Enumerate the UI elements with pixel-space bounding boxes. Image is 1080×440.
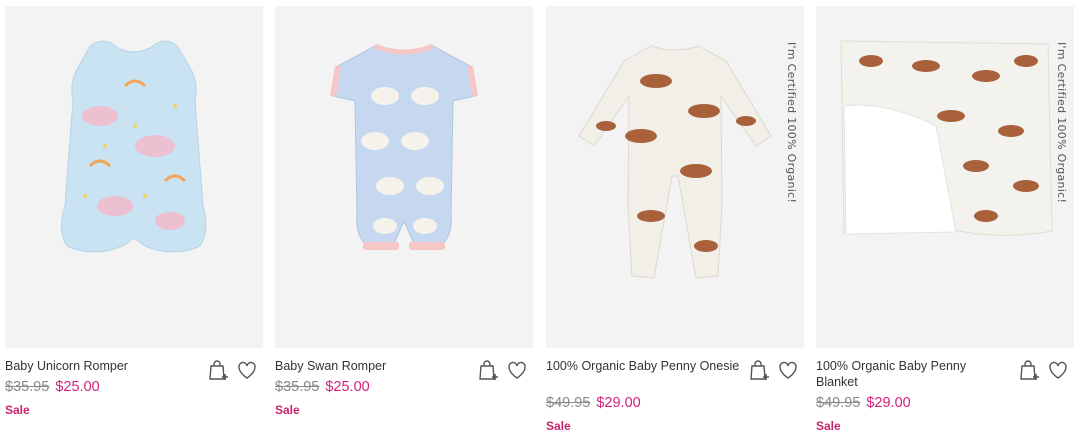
original-price: $49.95	[816, 395, 861, 411]
sale-price: $29.00	[866, 395, 911, 411]
shopping-bag-plus-icon[interactable]	[477, 358, 501, 382]
product-name[interactable]: Baby Unicorn Romper	[5, 358, 200, 374]
unicorn-romper-illustration	[61, 40, 207, 253]
sale-tag: Sale	[5, 403, 30, 417]
product-card[interactable]: Baby Swan Romper $35.95 $25.00 Sale	[275, 6, 533, 438]
sale-price: $29.00	[596, 395, 641, 411]
shopping-bag-plus-icon[interactable]	[207, 358, 231, 382]
product-card[interactable]: I'm Certified 100% Organic! 100% Organic…	[546, 6, 804, 438]
sale-tag: Sale	[275, 403, 300, 417]
product-card[interactable]: Baby Unicorn Romper $35.95 $25.00 Sale	[5, 6, 263, 438]
card-actions	[748, 358, 800, 382]
heart-icon[interactable]	[1046, 358, 1070, 382]
product-card[interactable]: I'm Certified 100% Organic! 100% Organic…	[816, 6, 1074, 438]
product-grid: Baby Unicorn Romper $35.95 $25.00 Sale B…	[0, 0, 1080, 440]
sale-tag: Sale	[816, 419, 841, 433]
organic-badge: I'm Certified 100% Organic!	[785, 42, 798, 204]
price-row: $49.95 $29.00	[546, 395, 641, 411]
original-price: $35.95	[275, 379, 320, 395]
product-image[interactable]	[5, 6, 263, 348]
price-row: $49.95 $29.00	[816, 395, 911, 411]
penny-blanket-illustration	[840, 40, 1053, 236]
price-row: $35.95 $25.00	[5, 379, 100, 395]
heart-icon[interactable]	[235, 358, 259, 382]
sale-tag: Sale	[546, 419, 571, 433]
product-image[interactable]: I'm Certified 100% Organic!	[546, 6, 804, 348]
penny-onesie-illustration	[578, 45, 772, 279]
product-name[interactable]: 100% Organic Baby Penny Blanket	[816, 358, 1011, 390]
original-price: $35.95	[5, 379, 50, 395]
sale-price: $25.00	[55, 379, 100, 395]
shopping-bag-plus-icon[interactable]	[1018, 358, 1042, 382]
heart-icon[interactable]	[776, 358, 800, 382]
product-image[interactable]	[275, 6, 533, 348]
heart-icon[interactable]	[505, 358, 529, 382]
card-actions	[477, 358, 529, 382]
card-actions	[1018, 358, 1070, 382]
swan-romper-illustration	[330, 43, 478, 250]
shopping-bag-plus-icon[interactable]	[748, 358, 772, 382]
product-image[interactable]: I'm Certified 100% Organic!	[816, 6, 1074, 348]
price-row: $35.95 $25.00	[275, 379, 370, 395]
original-price: $49.95	[546, 395, 591, 411]
product-name[interactable]: Baby Swan Romper	[275, 358, 470, 374]
product-name[interactable]: 100% Organic Baby Penny Onesie	[546, 358, 741, 374]
sale-price: $25.00	[325, 379, 370, 395]
card-actions	[207, 358, 259, 382]
organic-badge: I'm Certified 100% Organic!	[1055, 42, 1068, 204]
